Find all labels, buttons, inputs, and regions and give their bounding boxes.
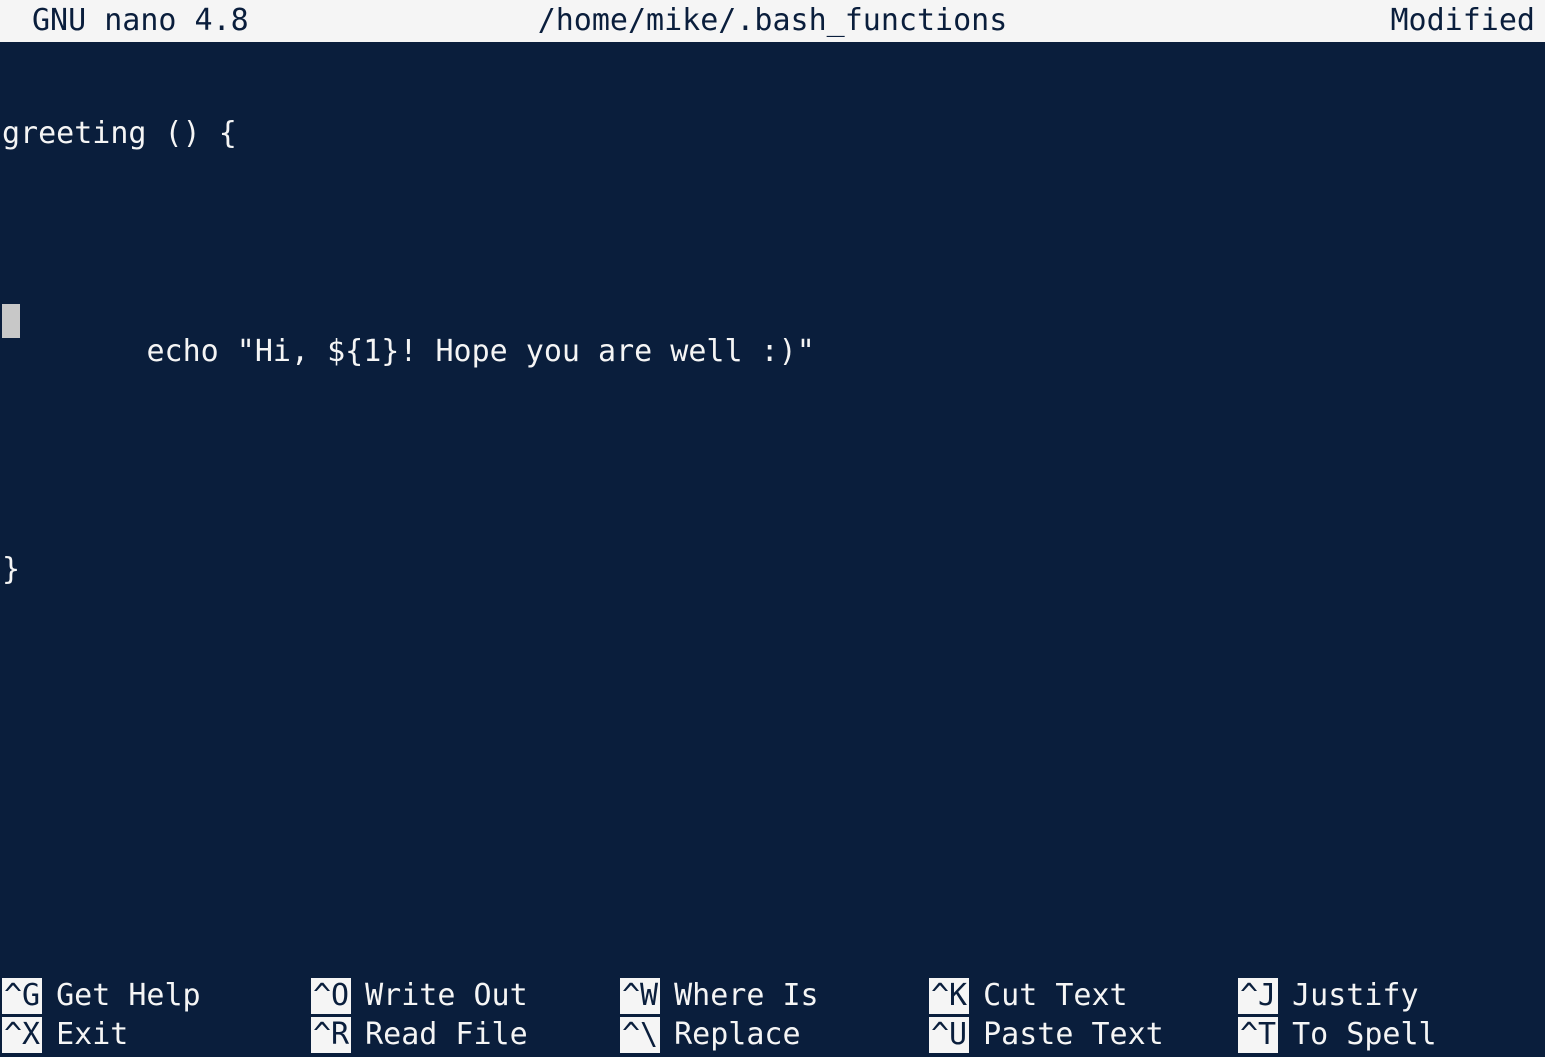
shortcut-replace[interactable]: ^\ Replace bbox=[620, 1016, 925, 1053]
shortcut-label: Where Is bbox=[674, 978, 819, 1014]
shortcut-label: Write Out bbox=[365, 978, 528, 1014]
app-name: GNU nano 4.8 bbox=[32, 3, 249, 39]
shortcut-label: Get Help bbox=[56, 978, 201, 1014]
shortcut-key: ^T bbox=[1238, 1017, 1278, 1053]
shortcut-key: ^K bbox=[929, 978, 969, 1014]
shortcut-exit[interactable]: ^X Exit bbox=[2, 1016, 307, 1053]
shortcut-key: ^X bbox=[2, 1017, 42, 1053]
shortcut-key: ^W bbox=[620, 978, 660, 1014]
shortcut-label: Justify bbox=[1292, 978, 1418, 1014]
shortcut-justify[interactable]: ^J Justify bbox=[1238, 977, 1543, 1014]
shortcut-label: Read File bbox=[365, 1017, 528, 1053]
shortcut-label: To Spell bbox=[1292, 1017, 1437, 1053]
code-line: echo "Hi, ${1}! Hope you are well :)" bbox=[2, 334, 1545, 371]
code-line bbox=[2, 661, 1545, 698]
shortcut-paste-text[interactable]: ^U Paste Text bbox=[929, 1016, 1234, 1053]
shortcut-key: ^R bbox=[311, 1017, 351, 1053]
editor-area[interactable]: greeting () { echo "Hi, ${1}! Hope you a… bbox=[0, 42, 1545, 977]
code-line bbox=[2, 443, 1545, 480]
shortcut-write-out[interactable]: ^O Write Out bbox=[311, 977, 616, 1014]
code-line bbox=[2, 225, 1545, 262]
shortcut-get-help[interactable]: ^G Get Help bbox=[2, 977, 307, 1014]
shortcut-key: ^G bbox=[2, 978, 42, 1014]
shortcut-label: Cut Text bbox=[983, 978, 1128, 1014]
shortcut-cut-text[interactable]: ^K Cut Text bbox=[929, 977, 1234, 1014]
shortcut-key: ^\ bbox=[620, 1017, 660, 1053]
code-line: } bbox=[2, 552, 1545, 589]
shortcut-key: ^O bbox=[311, 978, 351, 1014]
shortcut-label: Exit bbox=[56, 1017, 128, 1053]
shortcut-where-is[interactable]: ^W Where Is bbox=[620, 977, 925, 1014]
shortcut-read-file[interactable]: ^R Read File bbox=[311, 1016, 616, 1053]
shortcut-to-spell[interactable]: ^T To Spell bbox=[1238, 1016, 1543, 1053]
shortcut-key: ^U bbox=[929, 1017, 969, 1053]
shortcut-label: Paste Text bbox=[983, 1017, 1164, 1053]
shortcut-label: Replace bbox=[674, 1017, 800, 1053]
code-line: greeting () { bbox=[2, 116, 1545, 153]
modified-state: Modified bbox=[1391, 3, 1536, 39]
titlebar: GNU nano 4.8 /home/mike/.bash_functions … bbox=[0, 0, 1545, 42]
shortcut-key: ^J bbox=[1238, 978, 1278, 1014]
code-line bbox=[2, 770, 1545, 807]
text-cursor bbox=[2, 304, 20, 338]
shortcut-bar: ^G Get Help ^O Write Out ^W Where Is ^K … bbox=[0, 977, 1545, 1057]
